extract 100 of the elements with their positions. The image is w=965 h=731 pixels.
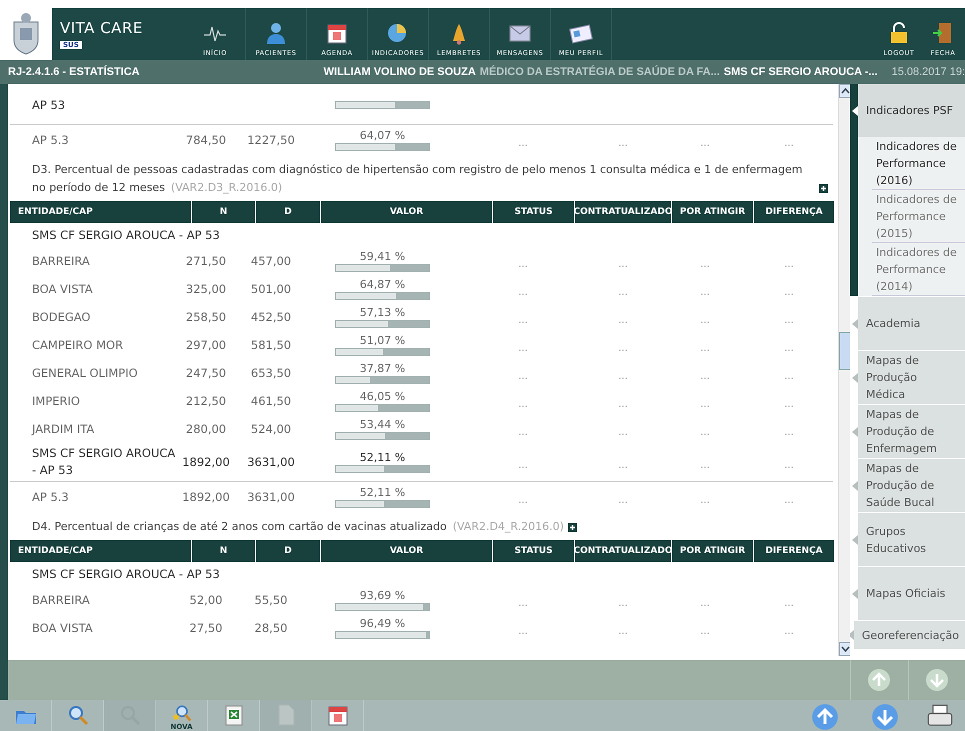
percent-value: 57,13 % — [360, 306, 406, 319]
expand-icon[interactable] — [568, 523, 577, 532]
pointer-icon — [852, 588, 858, 598]
d-value: 524,00 — [250, 422, 292, 436]
status-value: ... — [517, 596, 529, 608]
column-header: ENTIDADE/CAP — [10, 540, 192, 562]
status-value: ... — [517, 458, 529, 470]
status-value: ... — [517, 370, 529, 382]
difference-value: ... — [783, 624, 795, 636]
entity-name: AP 5.3 — [31, 488, 70, 506]
menu-item[interactable]: Indicadores de Performance (2016) — [872, 137, 965, 190]
difference-value: ... — [783, 258, 795, 270]
d-value: 461,50 — [250, 394, 292, 408]
column-header: CONTRATUALIZADO — [575, 540, 672, 562]
pointer-icon — [852, 426, 858, 436]
column-header: STATUS — [493, 540, 575, 562]
status-value: ... — [517, 258, 529, 270]
n-value: 280,00 — [184, 422, 228, 436]
d-value: 3631,00 — [246, 455, 296, 469]
entity-name: IMPERIO — [31, 392, 81, 410]
percent-value: 96,49 % — [360, 617, 406, 630]
expand-icon[interactable] — [819, 184, 828, 193]
n-value: 297,00 — [184, 338, 228, 352]
pointer-icon — [852, 534, 858, 544]
percent-value: 64,87 % — [360, 278, 406, 291]
d-value: 452,50 — [250, 310, 292, 324]
status-value: ... — [517, 398, 529, 410]
remaining-value: ... — [699, 314, 711, 326]
module-title: RJ-2.4.1.6 - ESTATÍSTICA — [8, 66, 140, 78]
entity-name: BOA VISTA — [31, 620, 94, 636]
percent-value: 52,11 % — [360, 451, 406, 464]
difference-value: ... — [783, 286, 795, 298]
entity-name: AP 5.3 — [31, 132, 70, 148]
indicator-title: D3. Percentual de pessoas cadastradas com diagnóstico de hipertensão com registro de pelo menos 1 consulta médica e 1 de enfermagem no período de 12 meses (VAR2.D3_R.2016.0) — [32, 162, 804, 196]
status-value: ... — [517, 426, 529, 438]
remaining-value: ... — [699, 370, 711, 382]
d-value: 501,00 — [250, 282, 292, 296]
status-value: ... — [517, 286, 529, 298]
n-value: 1892,00 — [181, 490, 231, 504]
n-value: 52,00 — [188, 593, 224, 607]
difference-value: ... — [783, 370, 795, 382]
remaining-value: ... — [699, 624, 711, 636]
contract-value: ... — [617, 258, 629, 270]
difference-value: ... — [783, 398, 795, 410]
column-header: DIFERENÇA — [754, 201, 835, 223]
n-value: 247,50 — [184, 366, 228, 380]
n-value: 258,50 — [184, 310, 228, 324]
d-value: 3631,00 — [246, 490, 296, 504]
d-value: 653,50 — [250, 366, 292, 380]
group-heading: SMS CF SERGIO AROUCA - AP 53 — [31, 226, 221, 244]
n-value: 27,50 — [188, 621, 224, 635]
entity-name: BOA VISTA — [31, 280, 94, 298]
entity-name: SMS CF SERGIO AROUCA - AP 53 — [31, 445, 176, 479]
status-value: ... — [517, 342, 529, 354]
column-header: CONTRATUALIZADO — [575, 201, 672, 223]
percent-value: 37,87 % — [360, 362, 406, 375]
remaining-value: ... — [699, 258, 711, 270]
contract-value: ... — [617, 314, 629, 326]
pointer-icon — [852, 372, 858, 382]
contract-value: ... — [617, 342, 629, 354]
entity-name: JARDIM ITA — [30, 420, 96, 438]
percent-value: 59,41 % — [360, 250, 406, 263]
difference-value: ... — [783, 136, 795, 148]
user-name: WILLIAM VOLINO DE SOUZA — [324, 66, 476, 78]
remaining-value: ... — [699, 596, 711, 608]
pointer-icon — [852, 318, 858, 328]
contract-value: ... — [617, 596, 629, 608]
d-value: 1227,50 — [246, 133, 296, 147]
remaining-value: ... — [699, 136, 711, 148]
contract-value: ... — [617, 136, 629, 148]
n-value: 271,50 — [184, 254, 228, 268]
remaining-value: ... — [699, 286, 711, 298]
entity-name: BARREIRA — [31, 252, 91, 270]
percent-value: 93,69 % — [360, 589, 406, 602]
column-header: VALOR — [321, 540, 493, 562]
d-value: 55,50 — [254, 593, 288, 607]
percent-value: 51,07 % — [360, 334, 406, 347]
brand-logo: VITA CARE — [60, 19, 144, 37]
entity-name: CAMPEIRO MOR — [31, 336, 124, 354]
status-value: ... — [517, 624, 529, 636]
percent-value: 64,07 % — [360, 129, 406, 142]
percent-value: 53,44 % — [360, 418, 406, 431]
status-value: ... — [517, 136, 529, 148]
remaining-value: ... — [699, 494, 711, 506]
n-value: 325,00 — [184, 282, 228, 296]
contract-value: ... — [617, 398, 629, 410]
contract-value: ... — [617, 286, 629, 298]
contract-value: ... — [617, 426, 629, 438]
menu-item[interactable]: Indicadores de Performance (2014) — [872, 243, 965, 296]
menu-item[interactable]: Indicadores de Performance (2015) — [872, 190, 965, 243]
scrollbar[interactable] — [838, 84, 850, 656]
unit-name: SMS CF SERGIO AROUCA -... — [724, 66, 878, 78]
pointer-icon — [852, 106, 858, 116]
percent-value: 46,05 % — [360, 390, 406, 403]
difference-value: ... — [783, 314, 795, 326]
entity-name: BARREIRA — [31, 592, 91, 608]
column-header: ENTIDADE/CAP — [10, 201, 192, 223]
percent-value: 52,11 % — [360, 486, 406, 499]
status-value: ... — [517, 314, 529, 326]
d-value: 457,00 — [250, 254, 292, 268]
